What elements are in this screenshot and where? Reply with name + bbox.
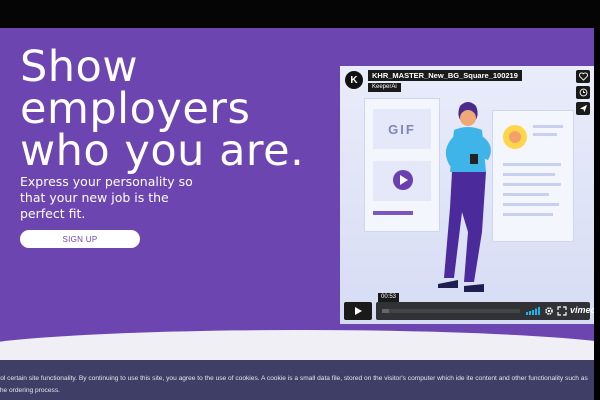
progress-bar[interactable]: [382, 309, 520, 313]
text-line: [503, 173, 555, 176]
signup-button[interactable]: SIGN UP: [20, 230, 140, 248]
send-icon: [579, 104, 587, 113]
text-line: [533, 133, 557, 136]
right-edge-bar: [594, 28, 600, 400]
video-placeholder: [373, 161, 431, 201]
vimeo-logo[interactable]: vimeo: [570, 305, 594, 315]
like-button[interactable]: [576, 70, 590, 83]
video-controls: vimeo 00:53: [344, 293, 594, 320]
hero-section: Show employers who you are. Express your…: [0, 28, 600, 360]
channel-logo[interactable]: K: [345, 71, 363, 89]
settings-icon[interactable]: [544, 306, 554, 316]
text-line: [503, 213, 553, 216]
control-bar: vimeo: [376, 302, 594, 320]
cookie-banner: rol certain site functionality. By conti…: [0, 360, 600, 400]
fullscreen-icon[interactable]: [557, 306, 567, 316]
cookie-text: rol certain site functionality. By conti…: [0, 375, 588, 394]
text-line: [503, 203, 559, 206]
wave-divider: [0, 330, 600, 360]
top-bar: [0, 0, 600, 28]
text-line: [503, 163, 561, 166]
person-illustration-icon: [438, 102, 491, 292]
progress-fill: [382, 309, 389, 313]
video-channel[interactable]: KeeperAi: [368, 83, 401, 92]
heart-icon: [578, 72, 588, 81]
text-line: [533, 125, 563, 128]
hero-subtitle: Express your personality so that your ne…: [20, 174, 193, 221]
play-button[interactable]: [344, 302, 372, 320]
clock-icon: [579, 88, 587, 97]
hero-title: Show employers who you are.: [20, 42, 305, 176]
volume-icon[interactable]: [526, 307, 540, 315]
time-indicator: 00:53: [378, 293, 400, 302]
share-button[interactable]: [576, 102, 590, 115]
watch-later-button[interactable]: [576, 86, 590, 99]
text-line: [503, 183, 561, 186]
video-title[interactable]: KHR_MASTER_New_BG_Square_100219: [368, 70, 522, 81]
illustration-card-left: GIF: [364, 98, 440, 232]
placeholder-bar: [373, 211, 413, 215]
video-player[interactable]: GIF K KHR_MASTER_New_BG_Square_100219 Ke…: [340, 66, 594, 324]
play-circle-icon: [393, 170, 413, 190]
gif-placeholder: GIF: [373, 109, 431, 149]
